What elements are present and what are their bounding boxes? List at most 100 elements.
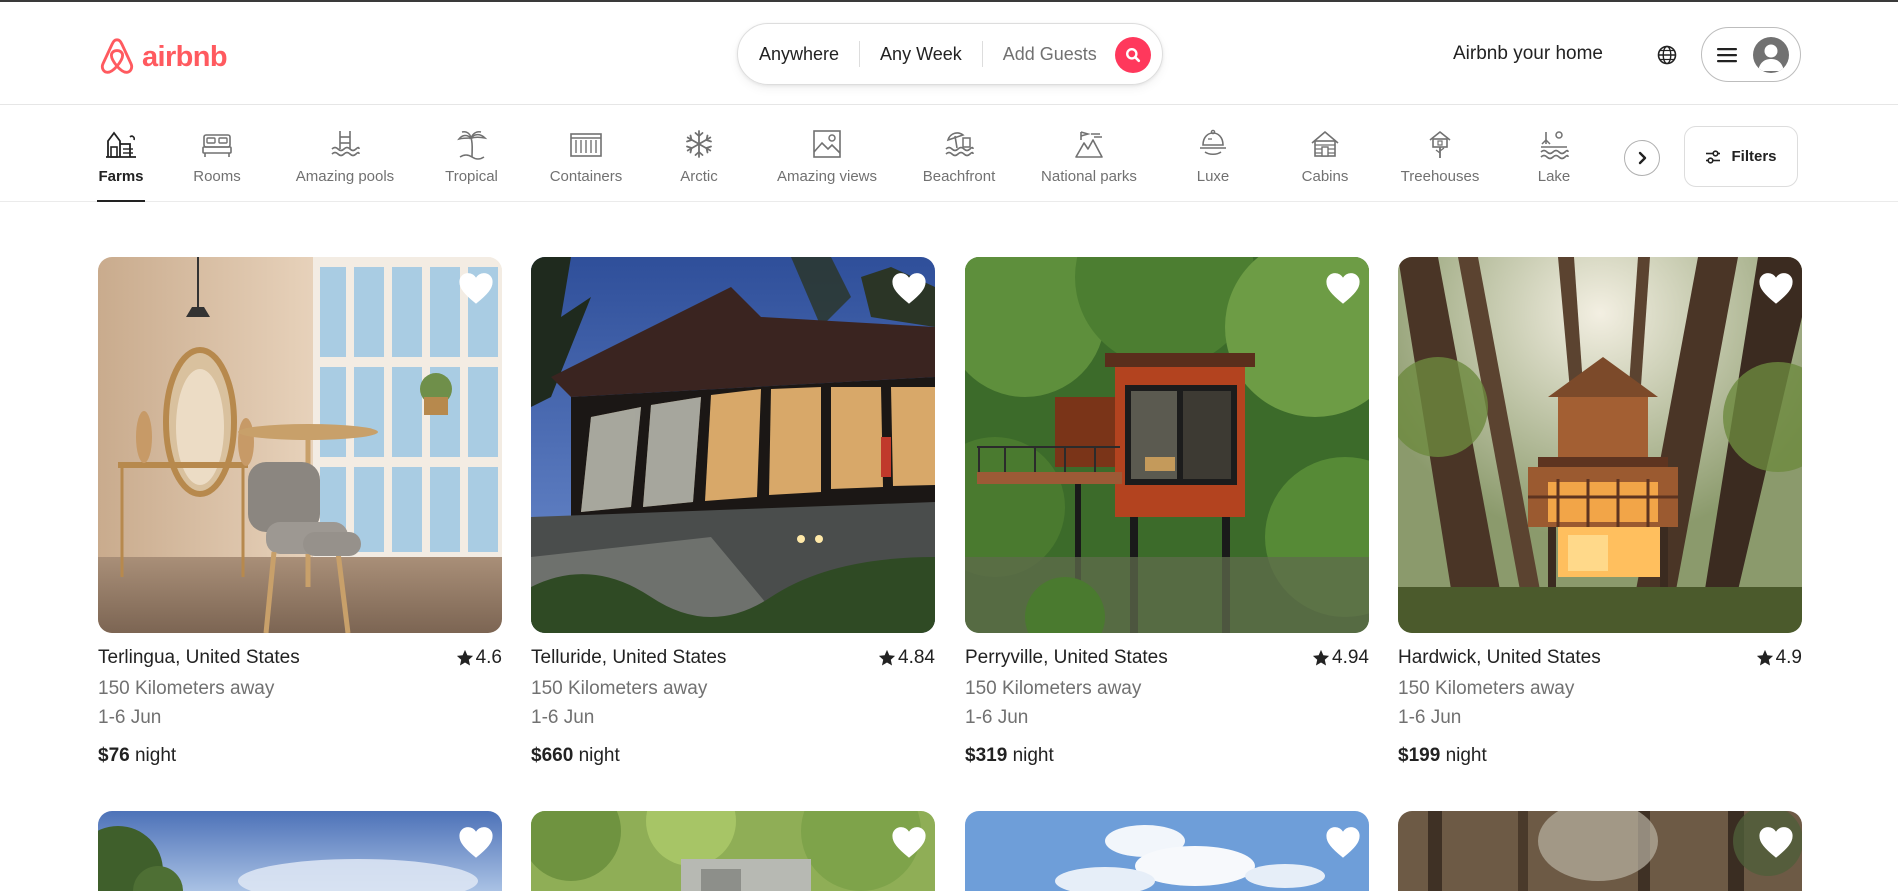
listing-photo-image <box>98 257 502 633</box>
listing-location[interactable]: Telluride, United States <box>531 647 935 669</box>
listing-location[interactable]: Terlingua, United States <box>98 647 502 669</box>
rating-value: 4.94 <box>1332 647 1369 668</box>
category-amazing-views[interactable]: Amazing views <box>774 105 880 202</box>
rating-value: 4.84 <box>898 647 935 668</box>
search-who[interactable]: Add Guests <box>1003 44 1097 65</box>
category-label: Treehouses <box>1400 168 1480 185</box>
favorite-heart-icon[interactable] <box>1325 825 1361 859</box>
listing-photo[interactable] <box>965 257 1369 633</box>
price-unit: night <box>1445 745 1487 766</box>
price-unit: night <box>1012 745 1054 766</box>
listing-card[interactable] <box>531 811 935 891</box>
category-beachfront[interactable]: Beachfront <box>919 105 999 202</box>
price-unit: night <box>578 745 620 766</box>
category-label: Lake <box>1537 168 1571 185</box>
category-label: Farms <box>98 168 144 185</box>
category-label: National parks <box>1041 168 1137 185</box>
category-bar: Farms Rooms Amazing pools Tropical Conta… <box>0 105 1898 202</box>
listing-rating: 4.6 <box>456 647 502 669</box>
category-label: Arctic <box>680 168 718 185</box>
category-treehouses[interactable]: Treehouses <box>1399 105 1481 202</box>
listing-photo[interactable] <box>98 257 502 633</box>
category-containers[interactable]: Containers <box>546 105 626 202</box>
host-link[interactable]: Airbnb your home <box>1453 43 1603 65</box>
search-divider <box>859 41 861 67</box>
price-value: $319 <box>965 745 1008 766</box>
category-label: Amazing views <box>776 168 878 185</box>
category-amazing-pools[interactable]: Amazing pools <box>292 105 398 202</box>
favorite-heart-icon[interactable] <box>1758 825 1794 859</box>
category-arctic[interactable]: Arctic <box>677 105 721 202</box>
search-when[interactable]: Any Week <box>880 44 962 65</box>
listing-photo[interactable] <box>531 811 935 891</box>
listing-card[interactable]: Telluride, United States 4.84 150 Kilome… <box>531 257 935 767</box>
favorite-heart-icon[interactable] <box>1758 271 1794 305</box>
category-label: Luxe <box>1196 168 1230 185</box>
category-national-parks[interactable]: National parks <box>1038 105 1140 202</box>
listing-photo[interactable] <box>1398 811 1802 891</box>
listing-card[interactable] <box>1398 811 1802 891</box>
category-lake[interactable]: Lake <box>1537 105 1571 202</box>
lake-icon <box>1540 131 1569 160</box>
listing-photo[interactable] <box>98 811 502 891</box>
listing-meta: Hardwick, United States 4.9 150 Kilomete… <box>1398 647 1802 767</box>
filters-button[interactable]: Filters <box>1684 126 1798 187</box>
palm-icon <box>456 131 487 160</box>
listing-photo[interactable] <box>965 811 1369 891</box>
category-farms[interactable]: Farms <box>97 105 145 202</box>
listing-meta: Terlingua, United States 4.6 150 Kilomet… <box>98 647 502 767</box>
pool-icon <box>331 131 360 157</box>
price-unit: night <box>134 745 177 766</box>
listing-dates: 1-6 Jun <box>98 707 162 728</box>
favorite-heart-icon[interactable] <box>458 825 494 859</box>
favorite-heart-icon[interactable] <box>891 825 927 859</box>
listing-photo-image <box>531 257 935 633</box>
category-luxe[interactable]: Luxe <box>1195 105 1231 202</box>
listing-card[interactable]: Perryville, United States 4.94 150 Kilom… <box>965 257 1369 767</box>
avatar <box>1753 36 1789 73</box>
listing-price: $660 night <box>531 745 935 767</box>
category-label: Containers <box>549 168 623 185</box>
category-label: Tropical <box>445 168 498 185</box>
listing-location[interactable]: Hardwick, United States <box>1398 647 1802 669</box>
listing-photo-image <box>965 257 1369 633</box>
category-tropical[interactable]: Tropical <box>443 105 500 202</box>
category-rooms[interactable]: Rooms <box>192 105 242 202</box>
search-where[interactable]: Anywhere <box>759 44 839 65</box>
search-button[interactable] <box>1115 37 1151 73</box>
category-label: Beachfront <box>922 168 996 185</box>
favorite-heart-icon[interactable] <box>891 271 927 305</box>
listing-photo-image <box>1398 257 1802 633</box>
listing-price: $76 night <box>98 745 502 767</box>
category-cabins[interactable]: Cabins <box>1300 105 1350 202</box>
listing-photo-image <box>98 811 502 891</box>
listing-card[interactable]: Terlingua, United States 4.6 150 Kilomet… <box>98 257 502 767</box>
category-label: Amazing pools <box>295 168 395 185</box>
favorite-heart-icon[interactable] <box>458 271 494 305</box>
listing-distance: 150 Kilometers away <box>965 678 1142 699</box>
star-icon <box>1312 649 1330 666</box>
listing-photo[interactable] <box>1398 257 1802 633</box>
barn-icon <box>106 131 136 158</box>
listing-photo[interactable] <box>531 257 935 633</box>
luxe-icon <box>1200 129 1226 155</box>
airbnb-logo[interactable]: airbnb <box>98 36 228 78</box>
user-menu-button[interactable] <box>1701 27 1801 82</box>
search-bar[interactable]: Anywhere Any Week Add Guests <box>737 23 1163 85</box>
listing-photo-image <box>965 811 1369 891</box>
listing-card[interactable]: Hardwick, United States 4.9 150 Kilomete… <box>1398 257 1802 767</box>
chevron-right-icon <box>1638 151 1647 165</box>
listing-price: $199 night <box>1398 745 1802 767</box>
listing-card[interactable] <box>965 811 1369 891</box>
search-icon <box>1126 48 1141 63</box>
rating-value: 4.9 <box>1775 647 1802 668</box>
listing-photo-image <box>1398 811 1802 891</box>
listing-rating: 4.94 <box>1312 647 1369 669</box>
favorite-heart-icon[interactable] <box>1325 271 1361 305</box>
airbnb-logo-icon <box>100 38 134 74</box>
listing-location[interactable]: Perryville, United States <box>965 647 1369 669</box>
listing-card[interactable] <box>98 811 502 891</box>
category-next-button[interactable] <box>1624 140 1660 176</box>
globe-icon[interactable] <box>1656 44 1678 66</box>
park-icon <box>1075 131 1103 158</box>
